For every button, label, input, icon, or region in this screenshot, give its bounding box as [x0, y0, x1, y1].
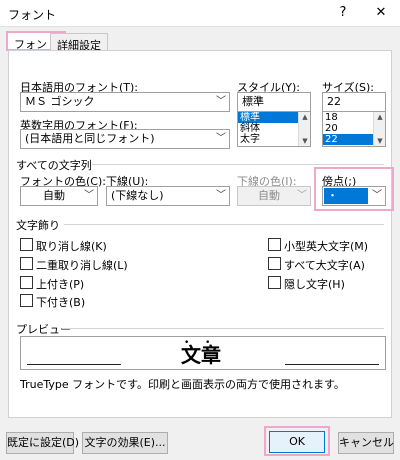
preview-box: • • 文章 — [20, 336, 386, 370]
size-scrollbar[interactable]: ▲ ▼ — [373, 112, 385, 146]
style-listbox[interactable]: 標準 斜体 太字 ▲ ▼ — [237, 111, 311, 147]
japanese-font-value: ＭＳ ゴシック — [25, 95, 95, 108]
tab-advanced[interactable]: 詳細設定 — [50, 33, 108, 52]
chevron-down-icon: ﹀ — [297, 190, 307, 201]
double-strikethrough-checkbox[interactable] — [20, 257, 33, 270]
western-font-value: (日本語用と同じフォント) — [25, 132, 155, 145]
help-button[interactable]: ? — [332, 3, 354, 23]
group-divider — [62, 328, 384, 329]
underline-color-combo: 自動 ﹀ — [237, 186, 311, 206]
chevron-down-icon: ﹀ — [216, 133, 226, 144]
emphasis-value: ・ — [327, 189, 338, 202]
all-text-group-label: すべての文字列 — [16, 159, 92, 172]
scroll-down-icon[interactable]: ▼ — [299, 136, 310, 146]
scroll-up-icon[interactable]: ▲ — [374, 112, 385, 122]
text-effects-button[interactable]: 文字の効果(E)... — [82, 432, 168, 454]
window-title: フォント — [8, 8, 57, 22]
western-font-combo[interactable]: (日本語用と同じフォント) ﹀ — [20, 129, 230, 149]
font-color-combo[interactable]: 自動 ﹀ — [20, 186, 98, 206]
style-scrollbar[interactable]: ▲ ▼ — [298, 112, 310, 146]
underline-value: (下線なし) — [111, 189, 164, 202]
chevron-down-icon: ﹀ — [372, 190, 382, 201]
chevron-down-icon: ﹀ — [84, 190, 94, 201]
hidden-text-checkbox[interactable] — [268, 276, 281, 289]
ok-button[interactable]: OK — [269, 431, 325, 453]
scroll-down-icon[interactable]: ▼ — [374, 136, 385, 146]
subscript-label: 下付き(B) — [36, 296, 86, 309]
emphasis-combo[interactable]: ・ ﹀ — [322, 186, 386, 206]
superscript-label: 上付き(P) — [36, 278, 85, 291]
preview-group-label: プレビュー — [16, 323, 71, 336]
scroll-up-icon[interactable]: ▲ — [299, 112, 310, 122]
baseline-line — [285, 364, 379, 365]
subscript-checkbox[interactable] — [20, 294, 33, 307]
set-default-button[interactable]: 既定に設定(D) — [6, 432, 79, 454]
strikethrough-label: 取り消し線(K) — [36, 240, 107, 253]
japanese-font-combo[interactable]: ＭＳ ゴシック ﹀ — [20, 92, 230, 112]
font-color-value: 自動 — [43, 189, 65, 202]
small-caps-checkbox[interactable] — [268, 238, 281, 251]
all-caps-checkbox[interactable] — [268, 257, 281, 270]
chevron-down-icon: ﹀ — [216, 96, 226, 107]
baseline-line — [27, 364, 121, 365]
underline-color-value: 自動 — [258, 189, 280, 202]
underline-combo[interactable]: (下線なし) ﹀ — [106, 186, 230, 206]
superscript-checkbox[interactable] — [20, 276, 33, 289]
small-caps-label: 小型英大文字(M) — [284, 240, 369, 253]
strikethrough-checkbox[interactable] — [20, 238, 33, 251]
group-divider — [92, 164, 384, 165]
preview-description: TrueType フォントです。印刷と画面表示の両方で使用されます。 — [20, 378, 345, 391]
chevron-down-icon: ﹀ — [216, 190, 226, 201]
title-bar: フォント ? ✕ — [0, 0, 400, 26]
size-listbox[interactable]: 18 20 22 ▲ ▼ — [322, 111, 386, 147]
group-divider — [64, 224, 384, 225]
style-input[interactable]: 標準 — [237, 92, 311, 112]
close-button[interactable]: ✕ — [370, 3, 392, 23]
effects-group-label: 文字飾り — [16, 219, 60, 232]
all-caps-label: すべて大文字(A) — [284, 259, 365, 272]
preview-text: 文章 — [181, 343, 221, 367]
double-strikethrough-label: 二重取り消し線(L) — [36, 259, 128, 272]
size-input[interactable]: 22 — [322, 92, 386, 112]
cancel-button[interactable]: キャンセル — [338, 432, 394, 454]
hidden-text-label: 隠し文字(H) — [284, 278, 345, 291]
